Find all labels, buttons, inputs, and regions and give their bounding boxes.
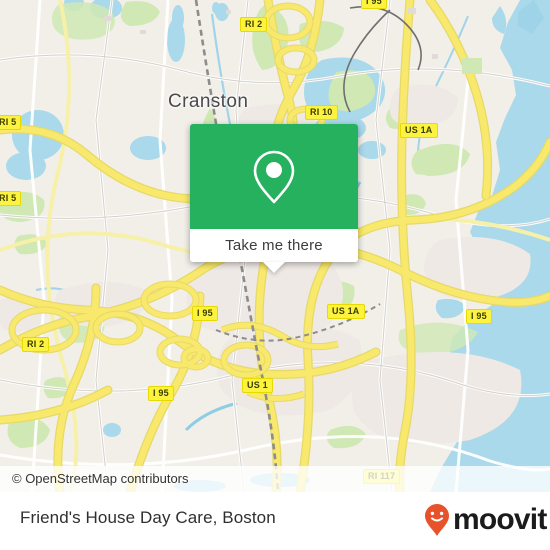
road-shield[interactable]: I 95: [148, 386, 174, 401]
road-shield[interactable]: RI 5: [0, 191, 22, 206]
road-shield[interactable]: I 95: [466, 309, 492, 324]
road-shield[interactable]: RI 2: [22, 337, 50, 352]
moovit-logo[interactable]: moovit: [424, 503, 547, 537]
moovit-wordmark: moovit: [453, 503, 547, 536]
popup-header: [190, 124, 358, 229]
moovit-pin-smile-icon: [425, 504, 449, 536]
map-screenshot: Cranston RI 5 RI 5 RI 2 I 95 RI 10 US 1A…: [0, 0, 550, 550]
road-shield[interactable]: RI 5: [0, 115, 22, 130]
place-caption: Friend's House Day Care, Boston: [20, 508, 276, 527]
map-place-label-cranston: Cranston: [168, 91, 249, 112]
road-shield[interactable]: RI 10: [305, 105, 338, 120]
road-shield[interactable]: US 1: [242, 378, 273, 393]
road-shield[interactable]: US 1A: [327, 304, 365, 319]
location-popup-card[interactable]: Take me there: [190, 124, 358, 273]
take-me-there-button[interactable]: Take me there: [190, 229, 358, 262]
road-shield[interactable]: I 95: [192, 306, 218, 321]
road-shield[interactable]: I 95: [361, 0, 387, 9]
map-pin-icon: [253, 150, 295, 203]
road-shield[interactable]: US 1A: [400, 123, 438, 138]
road-shield[interactable]: RI 2: [240, 17, 268, 32]
osm-attribution[interactable]: © OpenStreetMap contributors: [12, 471, 189, 486]
popup-pointer-tail: [263, 262, 285, 273]
take-me-there-label: Take me there: [225, 237, 323, 254]
